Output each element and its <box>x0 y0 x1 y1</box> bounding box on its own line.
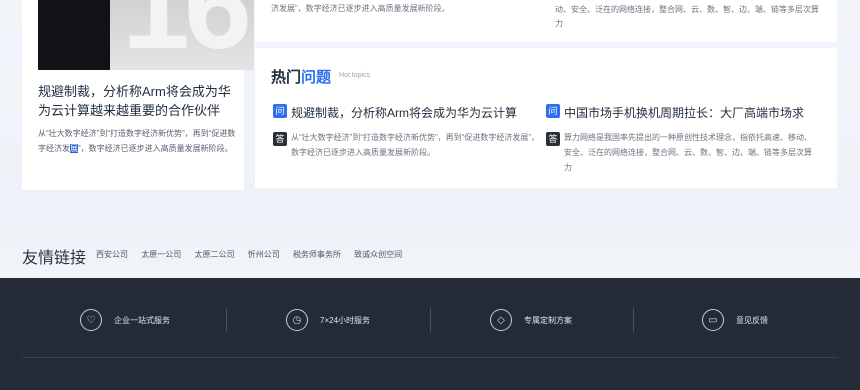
friend-links-list: 西安公司 太原一公司 太原二公司 忻州公司 税务师事务所 致诚众创空间 <box>96 249 413 260</box>
friend-link-tax-office[interactable]: 税务师事务所 <box>293 250 341 259</box>
question-icon: 问 <box>273 104 287 118</box>
hot-topics-panel: 热门问题 Hot topics 问 规避制裁，分析称Arm将会成为华为云计算 答… <box>255 48 837 188</box>
strip-left-text: 济发展”，数字经济已逐步进入高质量发展新阶段。 <box>271 4 450 13</box>
friend-link-xinzhou[interactable]: 忻州公司 <box>248 250 280 259</box>
feedback-icon: ▭ <box>702 309 724 331</box>
service-enterprise[interactable]: ♡ 企业一站式服务 <box>80 308 170 332</box>
service-label: 意见反馈 <box>736 315 768 325</box>
friend-links-title: 友情链接 <box>22 250 87 267</box>
service-label: 企业一站式服务 <box>114 315 170 325</box>
service-label: 7×24小时服务 <box>320 315 371 325</box>
question-icon: 问 <box>546 104 560 118</box>
friend-link-taiyuan-2[interactable]: 太原二公司 <box>194 250 234 259</box>
friend-link-xian[interactable]: 西安公司 <box>96 250 128 259</box>
footer-divider <box>226 308 227 332</box>
news-image[interactable]: 16 <box>38 0 254 70</box>
friend-links-bar: 友情链接 西安公司 太原一公司 太原二公司 忻州公司 税务师事务所 致诚众创空间 <box>0 236 860 278</box>
news-title[interactable]: 规避制裁，分析称Arm将会成为华为云计算越来越重要的合作伙伴 <box>38 82 236 120</box>
friend-link-zhicheng[interactable]: 致诚众创空间 <box>354 250 402 259</box>
service-feedback[interactable]: ▭ 意见反馈 <box>702 308 768 332</box>
hot-title-main: 热门 <box>271 69 302 86</box>
service-label: 专属定制方案 <box>524 315 572 325</box>
news-image-number: 16 <box>122 0 252 70</box>
answer-text-2: 算力网络是我国率先提出的一种原创性技术理念，指依托高速、移动、安全、泛在的网络连… <box>564 133 812 172</box>
news-desc-after: ”，数字经济已逐步进入高质量发展新阶段。 <box>78 144 233 153</box>
service-icon: ♡ <box>80 309 102 331</box>
footer-divider <box>633 308 634 332</box>
answer-icon: 答 <box>546 132 560 146</box>
footer: ♡ 企业一站式服务 ◷ 7×24小时服务 ◇ 专属定制方案 ▭ 意见反馈 <box>0 278 860 390</box>
hot-topics-subtitle: Hot topics <box>339 72 371 79</box>
answer-icon: 答 <box>273 132 287 146</box>
clock-icon: ◷ <box>286 309 308 331</box>
service-24h[interactable]: ◷ 7×24小时服务 <box>286 308 370 332</box>
footer-separator <box>22 357 838 358</box>
answer-text-1: 从“壮大数字经济”到“打造数字经济新优势”，再到“促进数字经济发展”，数字经济已… <box>291 133 539 157</box>
strip-right-text: 动、安全、泛在的网络连接，整合网、云、数、智、边、端、链等多层次算力 <box>555 5 819 28</box>
service-custom-plan[interactable]: ◇ 专属定制方案 <box>490 308 572 332</box>
diamond-icon: ◇ <box>490 309 512 331</box>
question-link-1[interactable]: 规避制裁，分析称Arm将会成为华为云计算 <box>291 104 543 121</box>
news-description: 从“壮大数字经济”到“打造数字经济新优势”，再到“促进数字经济发展”，数字经济已… <box>38 126 238 156</box>
selected-text: 展 <box>70 144 78 153</box>
news-card[interactable]: 16 规避制裁，分析称Arm将会成为华为云计算越来越重要的合作伙伴 从“壮大数字… <box>22 0 254 190</box>
news-image-graphic: 16 <box>110 0 254 70</box>
hot-topics-title: 热门问题 <box>271 66 331 87</box>
footer-divider <box>430 308 431 332</box>
friend-link-taiyuan-1[interactable]: 太原一公司 <box>141 250 181 259</box>
previous-section-strip: 济发展”，数字经济已逐步进入高质量发展新阶段。 动、安全、泛在的网络连接，整合网… <box>255 0 837 42</box>
question-link-2[interactable]: 中国市场手机换机周期拉长：大厂高端市场求 <box>564 104 826 121</box>
hot-title-accent: 问题 <box>301 69 332 86</box>
